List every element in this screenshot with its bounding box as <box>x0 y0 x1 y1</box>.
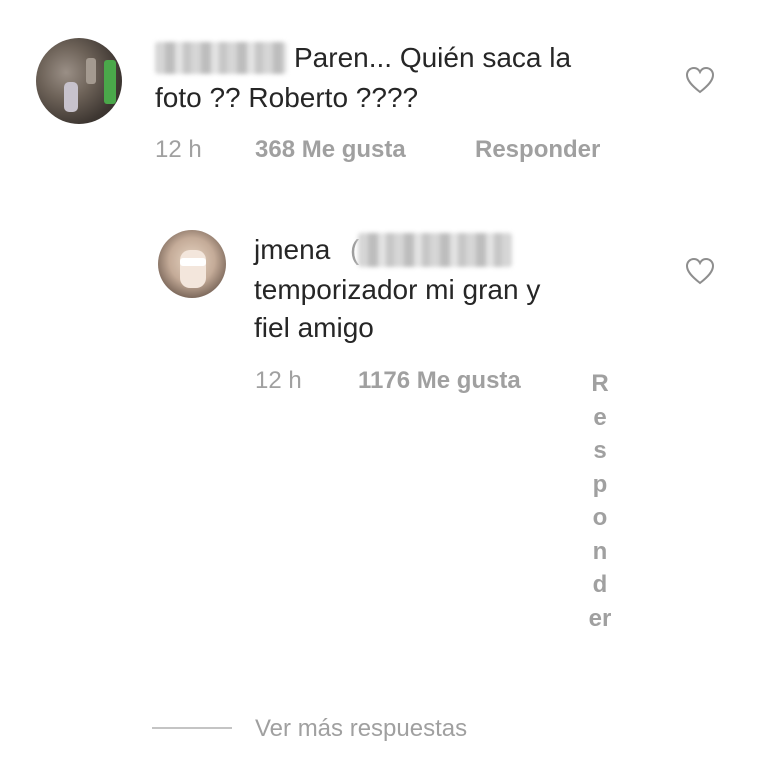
comment-likes[interactable]: 368 Me gusta <box>255 136 406 164</box>
view-more-replies-button[interactable]: Ver más respuestas <box>255 715 467 743</box>
comment-text: foto ?? Roberto ???? <box>155 82 419 113</box>
reply-button[interactable]: Responder <box>475 136 600 164</box>
reply-text: fiel amigo <box>254 312 374 343</box>
reply-likes[interactable]: 1176 Me gusta <box>358 367 521 395</box>
reply-timestamp: 12 h <box>255 367 302 394</box>
comment-timestamp: 12 h <box>155 136 202 163</box>
reply-button[interactable]: Responder <box>588 367 612 635</box>
avatar-detail <box>64 82 78 112</box>
blurred-username <box>358 233 512 267</box>
avatar-detail <box>180 250 206 288</box>
blurred-username <box>155 42 287 74</box>
heart-icon[interactable] <box>685 257 715 285</box>
heart-icon[interactable] <box>685 66 715 94</box>
avatar-detail <box>104 60 116 104</box>
divider-line <box>152 727 232 729</box>
avatar-detail <box>86 58 96 84</box>
comment-text: Paren... Quién saca la <box>294 42 572 73</box>
avatar-detail <box>180 258 206 266</box>
avatar[interactable] <box>158 230 226 298</box>
avatar[interactable] <box>36 38 122 124</box>
reply-username[interactable]: jmena <box>254 232 330 268</box>
reply-text: temporizador mi gran y <box>254 274 541 305</box>
